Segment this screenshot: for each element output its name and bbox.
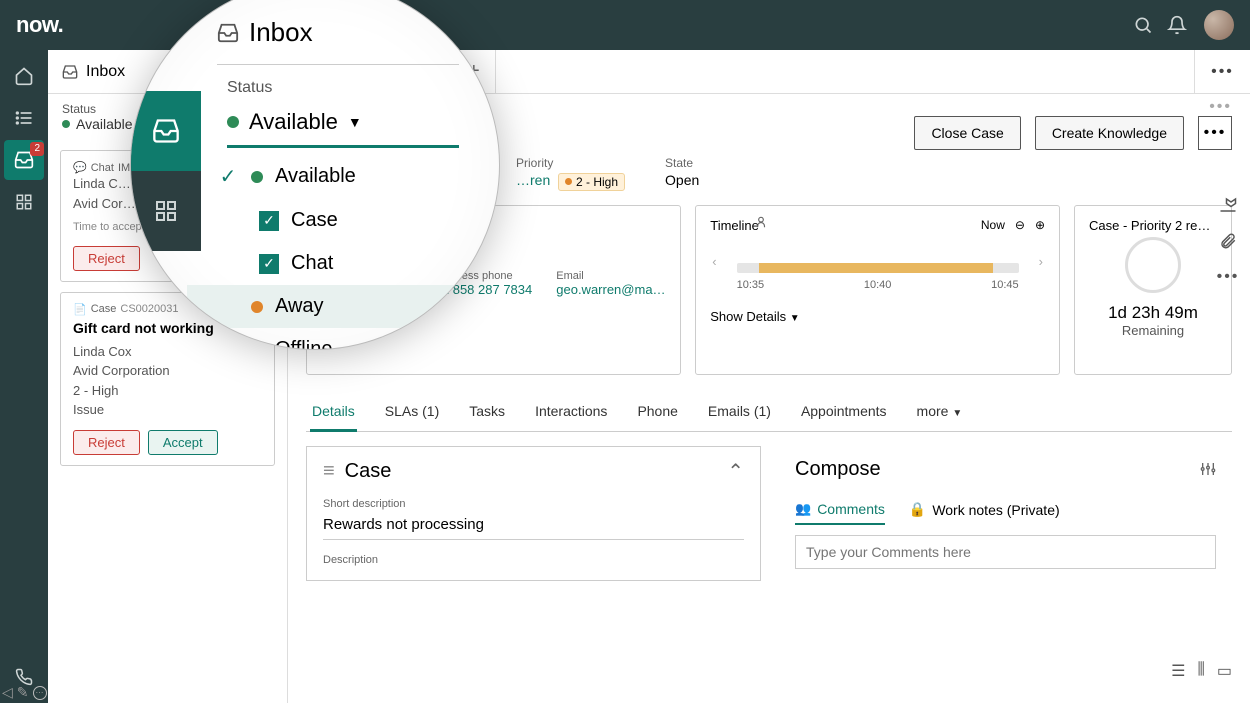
sla-label: Remaining [1089, 323, 1217, 338]
collapse-icon[interactable]: ⌃ [727, 459, 744, 484]
sla-gauge [1125, 237, 1181, 293]
status-dot-icon [251, 171, 263, 183]
card-category: Issue [73, 400, 262, 420]
desc-label: Description [323, 554, 744, 566]
drag-handle-icon[interactable]: ≡ [323, 460, 335, 483]
status-dropdown-trigger[interactable]: Available ▼ [227, 105, 459, 148]
tab-more[interactable]: more ▼ [915, 393, 965, 431]
user-avatar[interactable] [1204, 10, 1234, 40]
show-details-toggle[interactable]: Show Details ▼ [710, 309, 1045, 324]
chevron-down-icon: ▼ [348, 114, 362, 130]
case-panel-title: Case [345, 460, 392, 483]
status-channel-chat[interactable]: ✓ Chat [187, 242, 459, 285]
card-ref: CS0020031 [120, 303, 178, 315]
timeline-now[interactable]: Now [981, 218, 1005, 232]
tick: 10:45 [991, 279, 1019, 291]
option-label: Away [275, 295, 324, 318]
tab-emails[interactable]: Emails (1) [706, 393, 773, 431]
tab-appointments[interactable]: Appointments [799, 393, 889, 431]
sla-value: 1d 23h 49m [1089, 303, 1217, 323]
compose-title: Compose [795, 458, 881, 481]
priority-badge: 2 - High [558, 173, 625, 191]
nav-list[interactable] [4, 98, 44, 138]
mag-rail-grid-icon [131, 171, 201, 251]
agent-assist-icon[interactable] [1219, 196, 1237, 214]
tab-tasks[interactable]: Tasks [467, 393, 507, 431]
reject-button[interactable]: Reject [73, 246, 140, 271]
tab-slas[interactable]: SLAs (1) [383, 393, 441, 431]
email-label: Email [556, 270, 666, 282]
bell-icon[interactable] [1160, 8, 1194, 42]
tick: 10:35 [737, 279, 765, 291]
inbox-badge: 2 [30, 142, 44, 156]
tab-details[interactable]: Details [310, 393, 357, 432]
status-dot-icon [227, 116, 239, 128]
nav-home[interactable] [4, 56, 44, 96]
view-list-icon[interactable]: ☰ [1171, 661, 1185, 681]
state-label: State [665, 156, 699, 170]
card-type: Chat [91, 162, 114, 174]
priority-label: Priority [516, 156, 625, 170]
reject-button[interactable]: Reject [73, 430, 140, 455]
timeline-marker-icon [754, 215, 768, 229]
compose-input[interactable] [795, 535, 1216, 569]
status-option-available[interactable]: ✓ Available [187, 154, 459, 199]
option-label: Chat [291, 252, 333, 275]
card-type: Case [91, 303, 117, 315]
card-priority: 2 - High [73, 381, 262, 401]
short-desc-value[interactable]: Rewards not processing [323, 510, 744, 540]
view-card-icon[interactable]: ▭ [1217, 661, 1232, 681]
status-dot-icon [62, 120, 70, 128]
comments-tab[interactable]: 👥Comments [795, 495, 885, 525]
option-label: Case [291, 209, 338, 232]
create-knowledge-button[interactable]: Create Knowledge [1035, 116, 1184, 150]
status-dropdown-value: Available [249, 109, 338, 135]
search-icon[interactable] [1126, 8, 1160, 42]
card-contact: Linda Cox [73, 342, 262, 362]
mag-status-label: Status [227, 79, 459, 97]
close-case-button[interactable]: Close Case [914, 116, 1020, 150]
check-icon: ✓ [217, 164, 239, 189]
option-label: Available [275, 165, 356, 188]
view-split-icon[interactable]: ⫼ [1198, 661, 1205, 681]
worknotes-tab[interactable]: 🔒Work notes (Private) [909, 495, 1060, 525]
short-desc-label: Short description [323, 498, 744, 510]
attachment-icon[interactable] [1219, 232, 1237, 250]
tab-phone[interactable]: Phone [635, 393, 679, 431]
case-detail-panel: ≡ Case ⌃ Short description Rewards not p… [306, 446, 761, 581]
record-more-button[interactable]: ••• [1198, 116, 1232, 150]
tab-overflow-button[interactable]: ••• [1194, 50, 1250, 93]
settings-icon[interactable] [1200, 461, 1216, 477]
checkbox-checked-icon: ✓ [259, 254, 279, 274]
state-value: Open [665, 172, 699, 188]
inbox-title: Inbox [86, 63, 125, 81]
sla-title: Case - Priority 2 re… [1089, 218, 1217, 233]
compose-panel: Compose 👥Comments 🔒Work notes (Private) [779, 446, 1232, 581]
mag-rail-inbox-icon [131, 91, 201, 171]
email-value[interactable]: geo.warren@mailin… [556, 282, 666, 297]
checkbox-checked-icon: ✓ [259, 211, 279, 231]
card-account: Avid Corporation [73, 361, 262, 381]
timeline-panel: Timeline Now ⊖ ⊕ ‹ [695, 205, 1060, 375]
zoom-in-icon[interactable]: ⊕ [1035, 218, 1045, 232]
status-dot-icon [251, 301, 263, 313]
tick: 10:40 [864, 279, 892, 291]
contact-link[interactable]: …ren [516, 172, 550, 188]
record-ellipsis[interactable]: ••• [1209, 98, 1232, 116]
status-channel-case[interactable]: ✓ Case [187, 199, 459, 242]
brand-logo: now. [16, 12, 63, 38]
timeline-title: Timeline [710, 218, 759, 233]
more-icon[interactable]: ••• [1217, 268, 1240, 286]
mag-inbox-label: Inbox [249, 17, 313, 48]
nav-grid[interactable] [4, 182, 44, 222]
timeline-prev[interactable]: ‹ [710, 254, 718, 269]
status-text: Available [76, 116, 133, 132]
accept-button[interactable]: Accept [148, 430, 218, 455]
tab-interactions[interactable]: Interactions [533, 393, 609, 431]
nav-inbox[interactable]: 2 [4, 140, 44, 180]
timeline-next[interactable]: › [1037, 254, 1045, 269]
zoom-out-icon[interactable]: ⊖ [1015, 218, 1025, 232]
